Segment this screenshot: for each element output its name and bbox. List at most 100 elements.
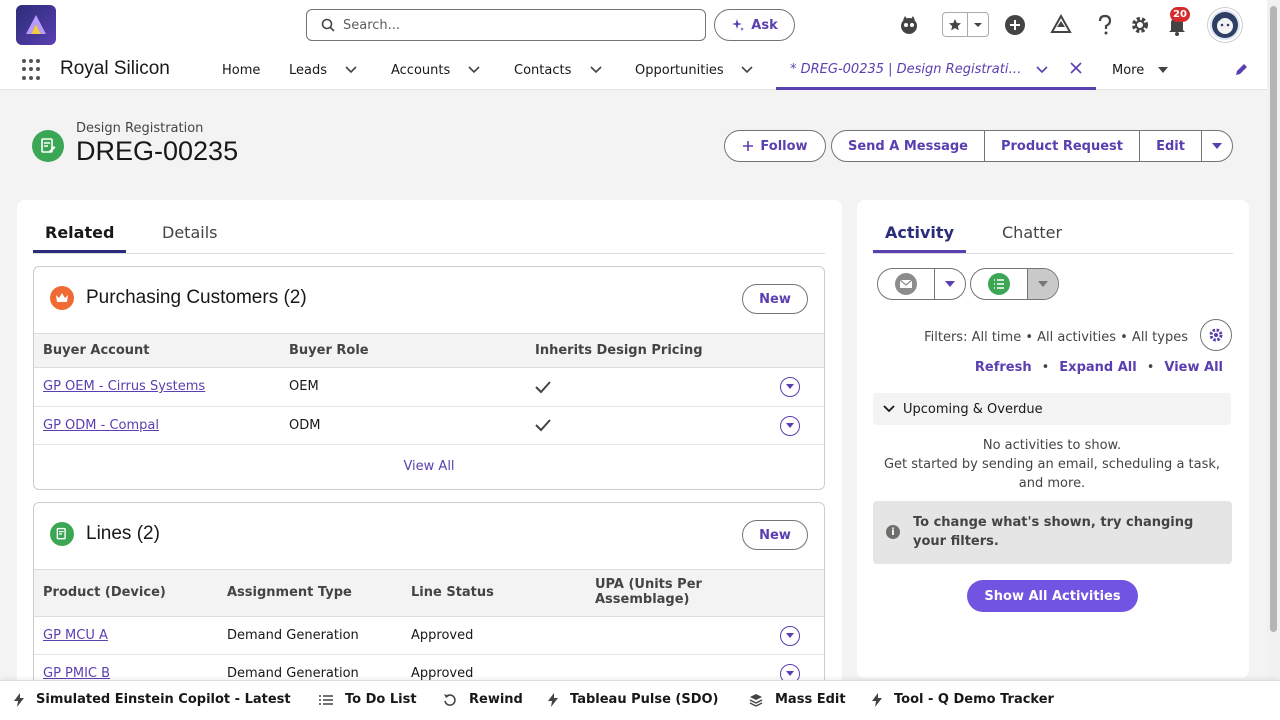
more-actions-button[interactable] [1201, 130, 1233, 162]
column-header[interactable]: Inherits Design Pricing [535, 343, 703, 358]
page-scrollbar[interactable] [1267, 0, 1280, 680]
lines-count: (2) [136, 523, 160, 544]
utility-item-einstein-copilot[interactable]: Simulated Einstein Copilot - Latest [14, 692, 291, 707]
crown-icon [50, 286, 74, 310]
edit-button[interactable]: Edit [1139, 130, 1202, 162]
utility-item-q-demo-tracker[interactable]: Tool - Q Demo Tracker [872, 692, 1054, 707]
activity-view-all-link[interactable]: View All [1164, 360, 1223, 375]
utility-item-mass-edit[interactable]: Mass Edit [749, 692, 846, 707]
task-dropdown-icon[interactable] [1028, 269, 1058, 299]
refresh-link[interactable]: Refresh [975, 360, 1032, 375]
lines-record-icon [50, 522, 74, 546]
email-dropdown-icon[interactable] [935, 269, 965, 299]
activity-panel: Activity Chatter Filters: All time • All… [857, 200, 1249, 678]
column-header[interactable]: Line Status [411, 585, 494, 600]
user-avatar[interactable] [1208, 8, 1242, 42]
purchasing-table-header: Buyer Account Buyer Role Inherits Design… [34, 333, 824, 368]
favorites-group [942, 12, 989, 37]
tab-chatter[interactable]: Chatter [1002, 223, 1062, 242]
purchasing-customers-card: Purchasing Customers (2) New Buyer Accou… [33, 266, 825, 490]
show-all-activities-button[interactable]: Show All Activities [967, 580, 1138, 612]
new-line-button[interactable]: New [742, 520, 808, 550]
opportunities-chevron-down-icon[interactable] [740, 63, 754, 77]
app-name: Royal Silicon [60, 58, 170, 79]
lightning-icon [872, 692, 882, 707]
buyer-account-link[interactable]: GP OEM - Cirrus Systems [43, 379, 205, 394]
search-input[interactable] [343, 17, 683, 33]
column-header[interactable]: Assignment Type [227, 585, 352, 600]
trailhead-icon[interactable] [1048, 12, 1074, 38]
global-actions-plus-icon[interactable] [1002, 12, 1028, 38]
plus-icon [743, 141, 754, 151]
active-record-tab[interactable]: * DREG-00235 | Design Registration [776, 50, 1096, 90]
product-link[interactable]: GP MCU A [43, 628, 108, 643]
utility-item-tableau-pulse[interactable]: Tableau Pulse (SDO) [548, 692, 719, 707]
layers-icon [749, 693, 763, 707]
utility-item-rewind[interactable]: Rewind [443, 692, 523, 707]
buyer-account-link[interactable]: GP ODM - Compal [43, 418, 159, 433]
checklist-icon [319, 694, 333, 706]
edit-nav-pencil-icon[interactable] [1234, 63, 1248, 81]
product-request-button[interactable]: Product Request [984, 130, 1140, 162]
column-header[interactable]: Product (Device) [43, 585, 166, 600]
buyer-role: OEM [289, 379, 319, 394]
global-search[interactable] [306, 9, 706, 41]
utility-label: Tool - Q Demo Tracker [894, 692, 1054, 707]
column-header[interactable]: UPA (Units Per Assemblage) [595, 577, 735, 607]
upcoming-overdue-section[interactable]: Upcoming & Overdue [873, 393, 1231, 425]
active-tab-label: * DREG-00235 | Design Registration [790, 62, 1022, 77]
row-action-dropdown-icon[interactable] [780, 626, 800, 646]
line-status: Approved [411, 628, 474, 643]
nav-item-leads[interactable]: Leads [289, 50, 327, 90]
nav-item-home[interactable]: Home [222, 50, 260, 90]
email-action-group [877, 268, 966, 300]
nav-item-accounts[interactable]: Accounts [391, 50, 450, 90]
follow-button[interactable]: Follow [724, 130, 826, 162]
caret-down-icon [1212, 143, 1222, 149]
purchasing-view-all-link[interactable]: View All [34, 459, 824, 474]
table-row: GP OEM - Cirrus Systems OEM [34, 368, 824, 407]
close-tab-icon[interactable] [1070, 62, 1082, 78]
avatar-image-icon [1212, 12, 1238, 38]
tab-details[interactable]: Details [162, 223, 217, 242]
tab-related[interactable]: Related [32, 223, 127, 253]
email-icon[interactable] [878, 269, 935, 299]
column-header[interactable]: Buyer Role [289, 343, 369, 358]
task-list-icon[interactable] [971, 269, 1028, 299]
checkmark-icon [535, 418, 551, 436]
favorites-dropdown-icon[interactable] [968, 13, 988, 36]
no-activities-line2: Get started by sending an email, schedul… [883, 457, 1221, 491]
nav-item-opportunities[interactable]: Opportunities [635, 50, 724, 90]
setup-gear-icon[interactable] [1127, 12, 1153, 38]
utility-item-to-do-list[interactable]: To Do List [319, 692, 417, 707]
accounts-chevron-down-icon[interactable] [467, 63, 481, 77]
activity-settings-gear-icon[interactable] [1200, 319, 1232, 351]
app-logo[interactable] [16, 5, 56, 45]
tab-activity[interactable]: Activity [873, 223, 966, 253]
upcoming-label: Upcoming & Overdue [903, 401, 1043, 417]
row-action-dropdown-icon[interactable] [780, 416, 800, 436]
nav-more[interactable]: More [1112, 50, 1144, 90]
notification-count-badge: 20 [1170, 7, 1190, 22]
send-message-button[interactable]: Send A Message [831, 130, 985, 162]
utility-label: Tableau Pulse (SDO) [570, 692, 719, 707]
column-header[interactable]: Buyer Account [43, 343, 150, 358]
utility-bar: Simulated Einstein Copilot - Latest To D… [0, 680, 1280, 720]
app-launcher-grid-icon[interactable] [22, 59, 44, 81]
active-tab-chevron-down-icon[interactable] [1036, 63, 1048, 78]
product-link[interactable]: GP PMIC B [43, 666, 110, 681]
contacts-chevron-down-icon[interactable] [589, 63, 603, 77]
new-purchasing-customer-button[interactable]: New [742, 284, 808, 314]
ask-button[interactable]: Ask [714, 9, 795, 41]
nav-item-contacts[interactable]: Contacts [514, 50, 571, 90]
follow-label: Follow [760, 138, 808, 154]
row-action-dropdown-icon[interactable] [780, 377, 800, 397]
leads-chevron-down-icon[interactable] [344, 63, 358, 77]
scrollbar-thumb[interactable] [1270, 6, 1277, 632]
einstein-agent-icon[interactable] [896, 12, 922, 38]
expand-all-link[interactable]: Expand All [1059, 360, 1136, 375]
table-row: GP ODM - Compal ODM [34, 407, 824, 445]
help-icon[interactable] [1092, 12, 1118, 38]
favorites-star-icon[interactable] [943, 13, 969, 36]
more-caret-down-icon[interactable] [1156, 63, 1170, 77]
